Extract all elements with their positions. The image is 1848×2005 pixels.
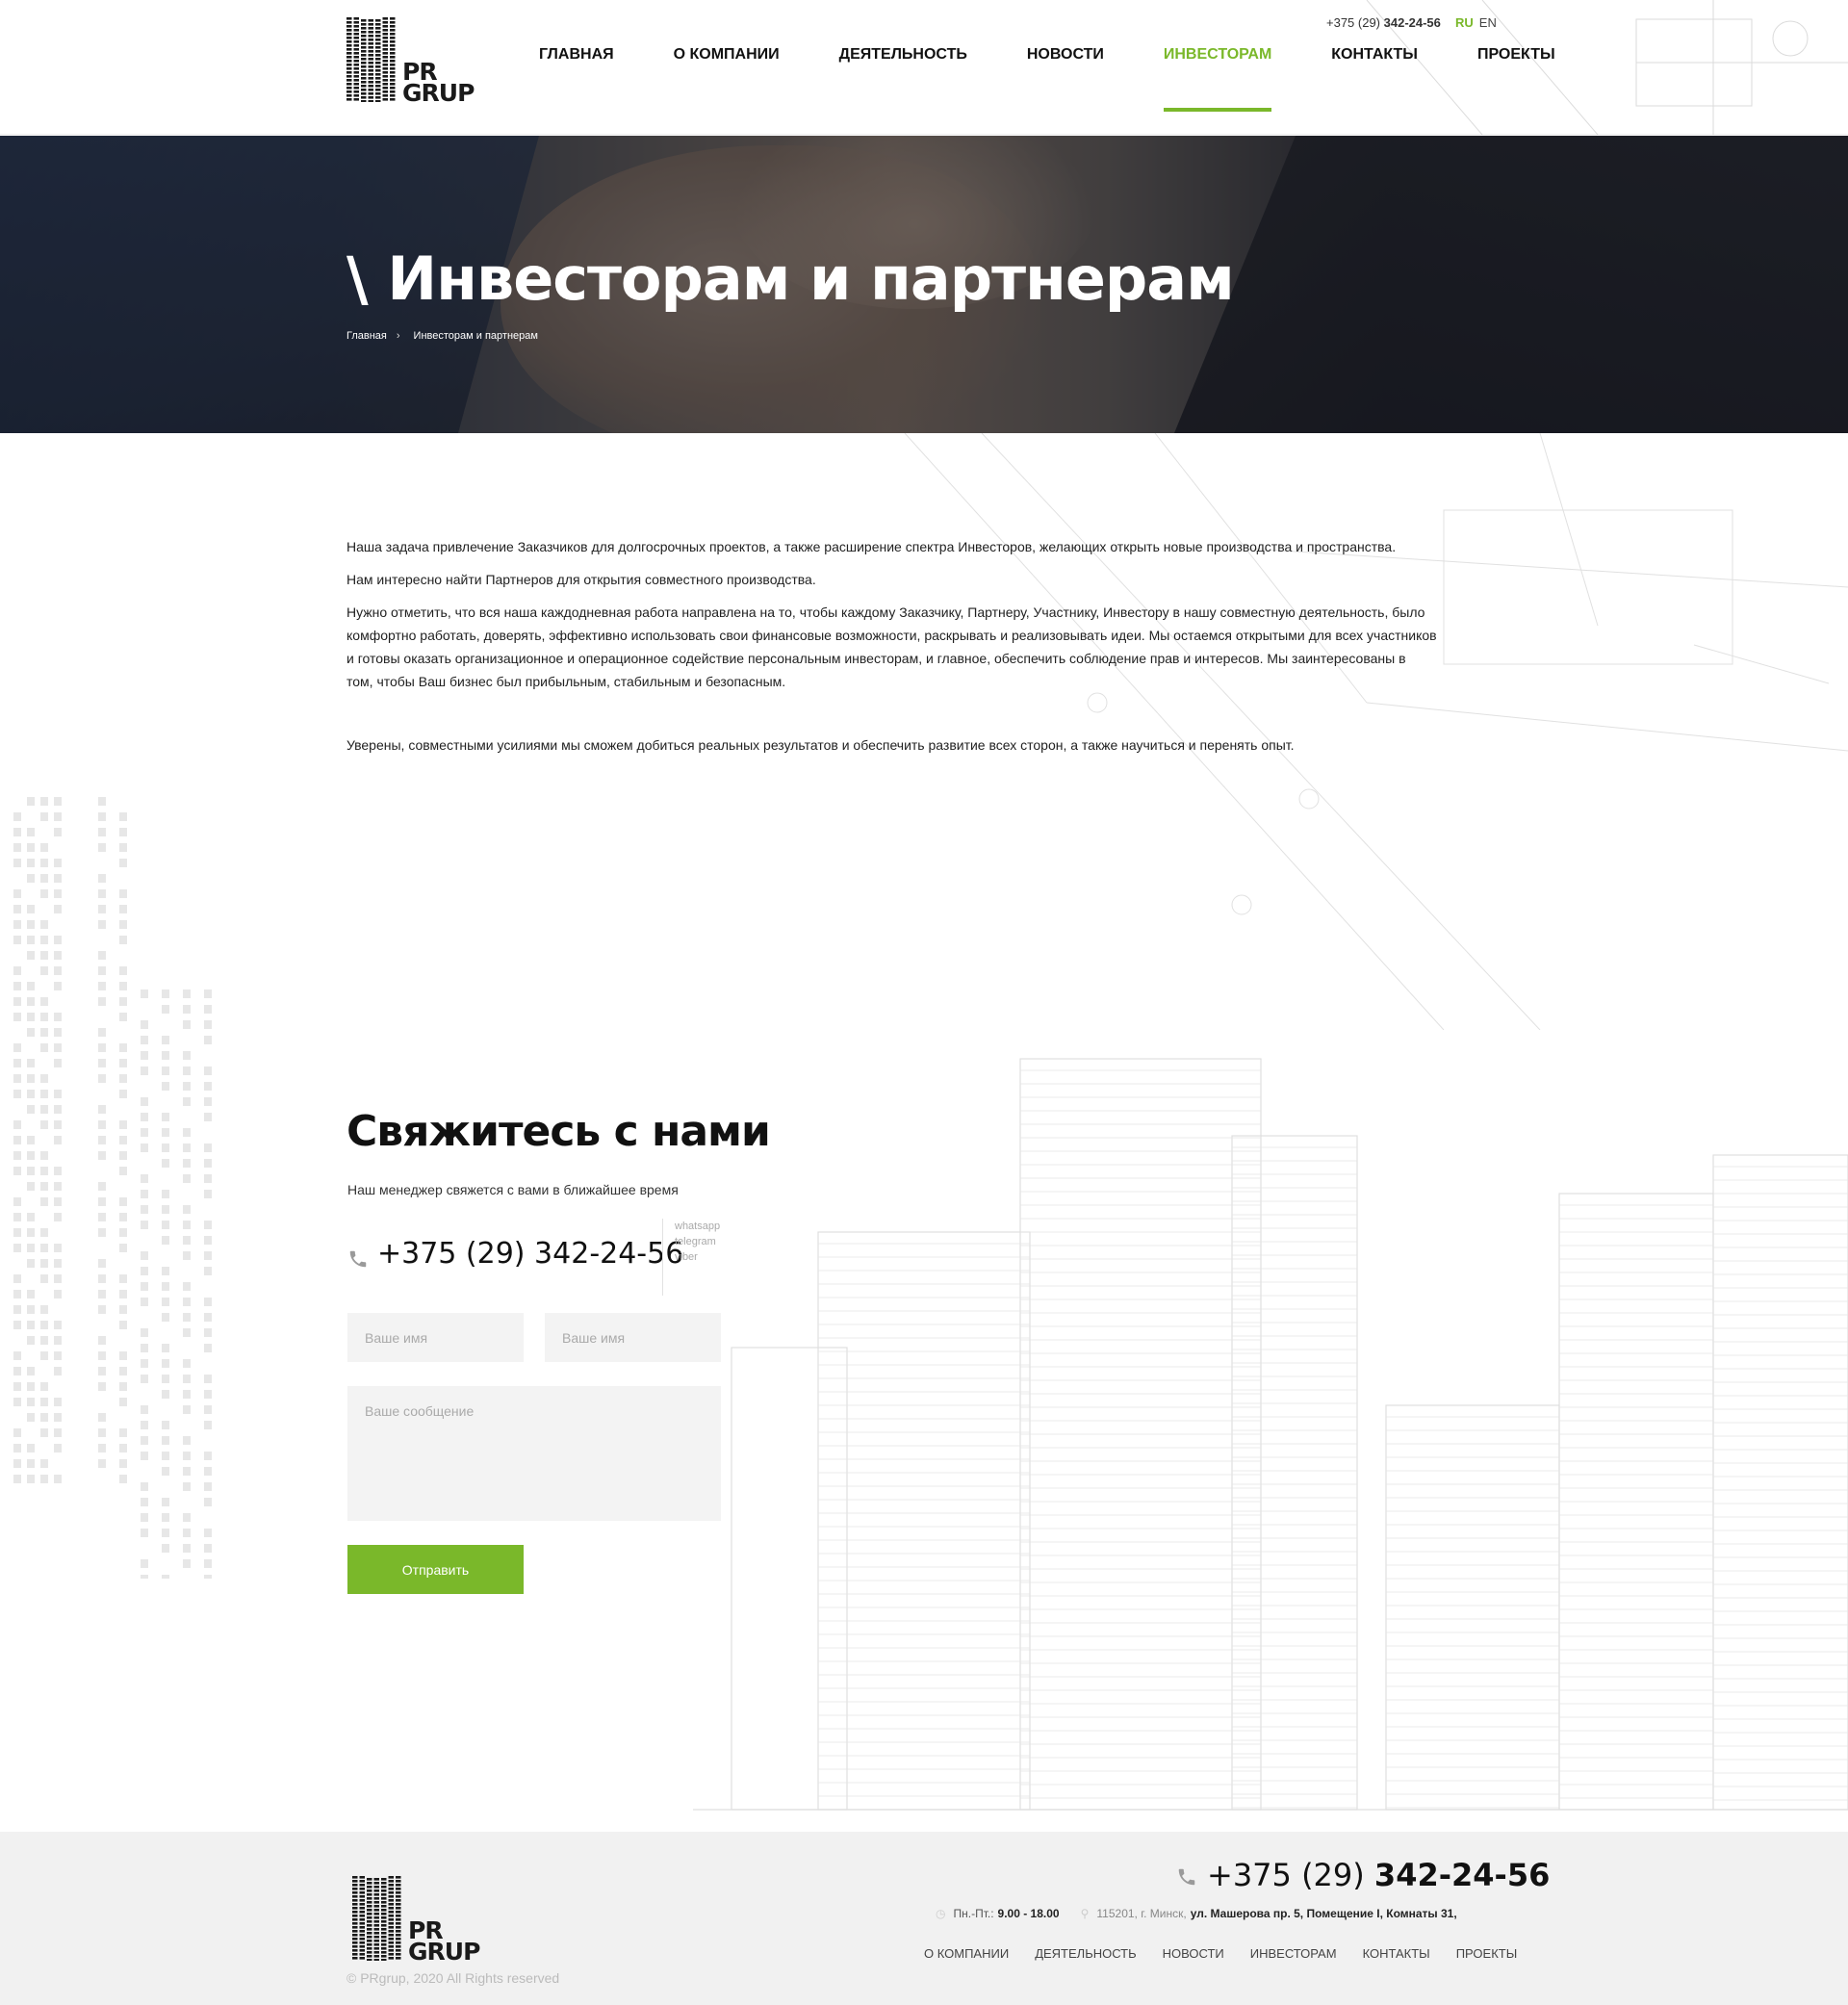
logo-text: PR GRUP [408, 1916, 480, 1966]
name-field[interactable] [347, 1313, 524, 1362]
content-paragraph: Нужно отметить, что вся наша каждодневна… [346, 604, 1437, 689]
site-footer: PR GRUP © PRgrup, 2020 All Rights reserv… [0, 1832, 1848, 2005]
hours-label: Пн.-Пт.: [953, 1907, 994, 1920]
nav-item[interactable]: О КОМПАНИИ [674, 46, 780, 114]
footer-nav-item[interactable]: ДЕЯТЕЛЬНОСТЬ [1035, 1946, 1136, 1961]
address-street: ул. Машерова пр. 5, Помещение I, Комнаты… [1190, 1907, 1457, 1920]
nav-item[interactable]: ПРОЕКТЫ [1477, 46, 1555, 114]
content-paragraph: Нам интересно найти Партнеров для открыт… [346, 572, 816, 587]
footer-nav-item[interactable]: ПРОЕКТЫ [1456, 1946, 1518, 1961]
telegram-link[interactable]: telegram [675, 1234, 720, 1249]
nav-item[interactable]: ДЕЯТЕЛЬНОСТЬ [839, 46, 967, 114]
location-pin-icon: ⚲ [1080, 1907, 1090, 1920]
city-sketch-left [13, 797, 212, 1579]
contact-phone[interactable]: +375 (29) 342-24-56 [377, 1237, 683, 1271]
nav-item[interactable]: КОНТАКТЫ [1331, 46, 1418, 114]
building-logo-icon [352, 1876, 401, 1962]
footer-info: ◷ Пн.-Пт.: 9.00 - 18.00 ⚲ 115201, г. Мин… [936, 1907, 1457, 1920]
footer-nav-item[interactable]: КОНТАКТЫ [1363, 1946, 1430, 1961]
name-field-2[interactable] [545, 1313, 721, 1362]
footer-nav-item[interactable]: О КОМПАНИИ [924, 1946, 1009, 1961]
hours-value: 9.00 - 18.00 [997, 1907, 1060, 1920]
logo-text: PR GRUP [402, 58, 475, 107]
footer-nav-item[interactable]: ИНВЕСТОРАМ [1250, 1946, 1337, 1961]
phone-icon [1178, 1868, 1195, 1886]
nav-item[interactable]: ИНВЕСТОРАМ [1163, 46, 1272, 114]
breadcrumb-current: Инвесторам и партнерам [413, 330, 538, 342]
site-header: PR GRUP ГЛАВНАЯ О КОМПАНИИ ДЕЯТЕЛЬНОСТЬ НОВ… [0, 0, 1848, 135]
footer-nav-item[interactable]: НОВОСТИ [1163, 1946, 1224, 1961]
lang-ru[interactable]: RU [1455, 15, 1474, 30]
hero-banner: \ Инвесторам и партнерам Главная › Инвесто… [0, 136, 1848, 433]
whatsapp-link[interactable]: whatsapp [675, 1219, 720, 1234]
message-field[interactable] [347, 1386, 721, 1521]
chevron-right-icon: › [396, 330, 400, 342]
viber-link[interactable]: viber [675, 1249, 720, 1265]
language-switcher: RU EN [1455, 15, 1497, 30]
site-logo[interactable]: PR GRUP [345, 13, 479, 107]
copyright: © PRgrup, 2020 All Rights reserved [346, 1970, 560, 1986]
page-title: \ Инвесторам и партнерам [346, 244, 1235, 314]
content-paragraph: Наша задача привлечение Заказчиков для д… [346, 539, 1397, 554]
messenger-links: whatsapp telegram viber [662, 1219, 720, 1296]
header-phone[interactable]: +375 (29) 342-24-56 [1326, 15, 1441, 30]
nav-item[interactable]: НОВОСТИ [1027, 46, 1104, 114]
page-content: Наша задача привлечение Заказчиков для д… [346, 535, 1502, 766]
building-logo-icon [346, 17, 396, 103]
contact-subtitle: Наш менеджер свяжется с вами в ближайшее… [347, 1182, 679, 1197]
clock-icon: ◷ [936, 1907, 946, 1920]
city-sketch-right [693, 1058, 1848, 1811]
phone-icon [349, 1250, 367, 1268]
address-city: 115201, г. Минск, [1096, 1907, 1187, 1920]
footer-phone[interactable]: +375 (29) 342-24-56 [1207, 1857, 1550, 1893]
footer-nav: О КОМПАНИИ ДЕЯТЕЛЬНОСТЬ НОВОСТИ ИНВЕСТОРАМ К… [924, 1946, 1517, 1961]
lang-en[interactable]: EN [1479, 15, 1497, 30]
breadcrumb-home[interactable]: Главная [346, 330, 387, 342]
contact-title: Свяжитесь с нами [346, 1107, 771, 1156]
nav-item[interactable]: ГЛАВНАЯ [539, 46, 614, 114]
main-nav: ГЛАВНАЯ О КОМПАНИИ ДЕЯТЕЛЬНОСТЬ НОВОСТИ ИНВЕ… [539, 46, 1615, 114]
submit-button[interactable]: Отправить [347, 1545, 524, 1594]
content-paragraph: Уверены, совместными усилиями мы сможем … [346, 737, 1295, 753]
breadcrumb: Главная › Инвесторам и партнерам [346, 330, 548, 342]
footer-logo[interactable]: PR GRUP [350, 1872, 485, 1966]
